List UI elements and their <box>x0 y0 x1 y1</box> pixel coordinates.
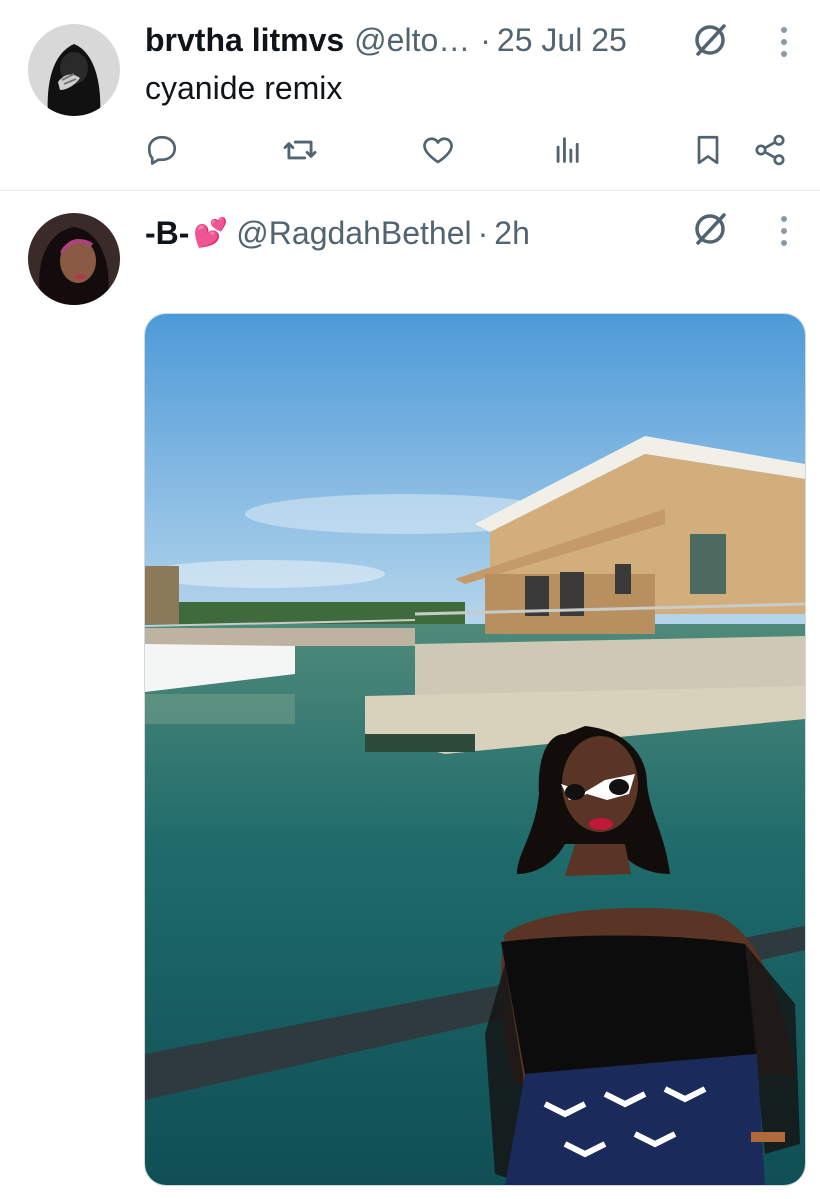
display-name[interactable]: -B- <box>145 213 189 253</box>
grok-icon[interactable] <box>690 20 730 65</box>
timestamp[interactable]: 2h <box>494 213 530 253</box>
tweet[interactable]: brvtha litmvs @elto… · 25 Jul 25 cyanide… <box>0 0 820 191</box>
reply-button[interactable] <box>140 128 184 172</box>
username[interactable]: @RagdahBethel <box>236 213 471 253</box>
avatar[interactable] <box>28 24 120 116</box>
separator-dot: · <box>477 215 489 251</box>
tweet[interactable]: -B- 💕 @RagdahBethel · 2h <box>0 191 820 1199</box>
separator-dot: · <box>480 22 491 58</box>
bookmark-button[interactable] <box>686 128 730 172</box>
tweet-photo[interactable] <box>144 313 806 1186</box>
retweet-icon <box>283 140 317 160</box>
retweet-button[interactable] <box>278 128 322 172</box>
reply-icon <box>147 135 177 165</box>
share-icon <box>755 134 785 166</box>
views-icon <box>556 137 579 163</box>
tweet-text: cyanide remix <box>145 70 343 106</box>
like-icon <box>423 137 453 164</box>
share-button[interactable] <box>748 128 792 172</box>
tweet-header: brvtha litmvs @elto… · 25 Jul 25 <box>145 20 627 60</box>
action-bar <box>0 128 820 172</box>
avatar[interactable] <box>28 213 120 305</box>
grok-icon[interactable] <box>690 209 730 254</box>
tweet-header: -B- 💕 @RagdahBethel · 2h <box>145 213 530 253</box>
two-hearts-emoji: 💕 <box>193 217 229 248</box>
timestamp[interactable]: 25 Jul 25 <box>497 20 627 60</box>
views-button[interactable] <box>546 128 590 172</box>
username[interactable]: @elto… <box>354 20 470 60</box>
display-name[interactable]: brvtha litmvs <box>145 20 344 60</box>
bookmark-icon <box>697 135 719 165</box>
more-options-icon[interactable] <box>776 26 792 63</box>
more-options-icon[interactable] <box>776 215 792 252</box>
like-button[interactable] <box>416 128 460 172</box>
